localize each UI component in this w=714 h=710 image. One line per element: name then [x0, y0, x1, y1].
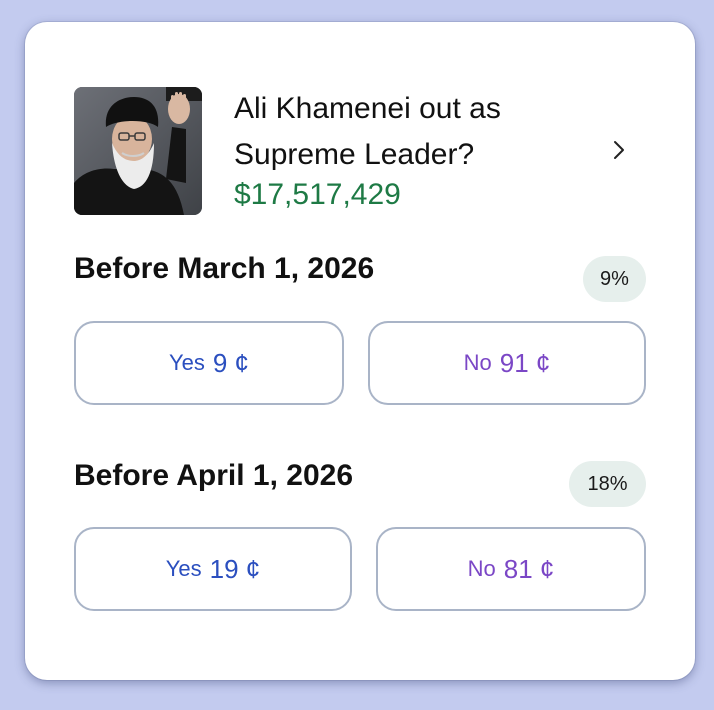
- buy-no-button[interactable]: No 81 ¢: [376, 527, 646, 611]
- no-label: No: [467, 556, 496, 581]
- market-card: Ali Khamenei out as Supreme Leader? $17,…: [25, 22, 695, 680]
- yes-price: 9 ¢: [212, 347, 250, 378]
- chevron-right-icon[interactable]: [607, 135, 631, 165]
- outcome-label: Before March 1, 2026: [74, 252, 375, 285]
- probability-badge: 18%: [569, 461, 646, 507]
- outcome-label: Before April 1, 2026: [74, 459, 354, 492]
- no-price: 81 ¢: [503, 553, 555, 584]
- yes-price: 19 ¢: [209, 553, 261, 584]
- yes-label: Yes: [168, 350, 205, 375]
- buy-yes-button[interactable]: Yes 9 ¢: [74, 321, 344, 405]
- probability-badge: 9%: [583, 256, 646, 302]
- market-volume: $17,517,429: [234, 178, 401, 211]
- no-price: 91 ¢: [499, 347, 551, 378]
- market-title[interactable]: Ali Khamenei out as Supreme Leader?: [234, 86, 574, 178]
- yes-label: Yes: [165, 556, 202, 581]
- buy-yes-button[interactable]: Yes 19 ¢: [74, 527, 352, 611]
- market-avatar: [74, 87, 202, 215]
- no-label: No: [463, 350, 492, 375]
- buy-no-button[interactable]: No 91 ¢: [368, 321, 646, 405]
